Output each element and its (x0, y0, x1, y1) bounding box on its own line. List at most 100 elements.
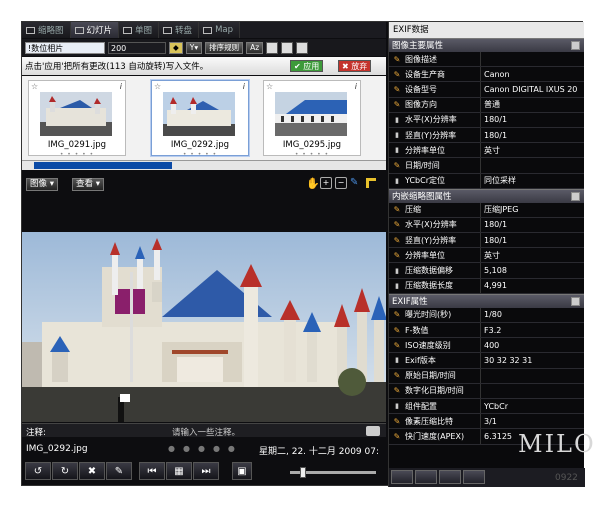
comment-input[interactable]: 请输入一些注释。 (172, 426, 240, 438)
exif-row[interactable]: ▮ 组件配置 YCbCr (389, 398, 584, 415)
eyedropper-icon[interactable]: ✎ (350, 177, 358, 188)
collapse-icon[interactable] (571, 296, 580, 306)
collapse-icon[interactable] (571, 41, 580, 50)
exif-row[interactable]: ✎ F-数值 F3.2 (389, 323, 584, 339)
year-input[interactable]: 200 (108, 41, 166, 54)
exif-row[interactable]: ✎ 竖直(Y)分辨率 180/1 (389, 233, 584, 249)
tab-map[interactable]: Map (199, 22, 241, 38)
view-menu[interactable]: 查看 ▾ (72, 178, 104, 191)
exif-value[interactable]: 压缩JPEG (480, 202, 584, 217)
info-icon[interactable]: i (243, 82, 245, 91)
hand-icon[interactable]: ✋ (306, 177, 320, 190)
apply-button[interactable]: ✔ 应用 (290, 60, 324, 72)
exif-value[interactable]: 1/80 (480, 307, 584, 322)
panel-tool-3-icon[interactable] (439, 470, 461, 484)
first-image-icon[interactable]: ⏮ (139, 462, 165, 480)
exif-value[interactable]: YCbCr (480, 398, 584, 414)
exif-row[interactable]: ▮ 水平(X)分辨率 180/1 (389, 112, 584, 128)
view-mode-3-icon[interactable] (296, 41, 309, 54)
exif-row[interactable]: ▮ 竖直(Y)分辨率 180/1 (389, 127, 584, 144)
tag-icon[interactable]: ◆ (169, 41, 183, 54)
exif-row[interactable]: ▮ Exif版本 30 32 32 31 (389, 353, 584, 369)
exif-row[interactable]: ✎ 图像方向 普通 (389, 97, 584, 113)
thumbnail-item[interactable]: ☆ i IMG_0291.jpg • • • • • (28, 80, 126, 158)
exif-value[interactable] (480, 158, 584, 173)
zoom-slider[interactable] (290, 467, 376, 478)
tag-icon[interactable]: ✎ (106, 462, 132, 480)
exif-value[interactable]: 400 (480, 338, 584, 353)
last-image-icon[interactable]: ⏭ (193, 462, 219, 480)
exif-value[interactable] (480, 383, 584, 398)
thumbnail-scrollbar[interactable] (22, 160, 386, 170)
exif-row[interactable]: ✎ 压缩 压缩JPEG (389, 202, 584, 218)
panel-tool-2-icon[interactable] (415, 470, 437, 484)
view-mode-2-icon[interactable] (281, 41, 294, 54)
exif-row[interactable]: ✎ 水平(X)分辨率 180/1 (389, 217, 584, 234)
image-menu[interactable]: 图像 ▾ (26, 178, 58, 191)
zoom-out-icon[interactable]: − (335, 177, 347, 189)
exif-value[interactable] (480, 52, 584, 67)
exif-row[interactable]: ✎ 图像描述 (389, 52, 584, 68)
delete-icon[interactable]: ✖ (79, 462, 105, 480)
exif-value[interactable]: 180/1 (480, 127, 584, 143)
exif-value[interactable]: Canon DIGITAL IXUS 20 (480, 82, 584, 97)
exif-value[interactable]: 30 32 32 31 (480, 353, 584, 368)
star-icon[interactable]: ☆ (266, 82, 273, 91)
tab-slideshow[interactable]: 幻灯片 (70, 22, 120, 38)
exif-row[interactable]: ▮ 压缩数据长度 4,991 (389, 278, 584, 294)
thumbnail-item[interactable]: ☆ i IMG_0295.jpg • • • • • (263, 80, 361, 158)
exif-row[interactable]: ✎ 数字化日期/时间 (389, 383, 584, 399)
exif-value[interactable]: 5,108 (480, 263, 584, 278)
exif-value[interactable]: 4,991 (480, 278, 584, 293)
exif-value[interactable]: 3/1 (480, 414, 584, 429)
panel-tool-4-icon[interactable] (463, 470, 485, 484)
tab-carousel[interactable]: 转盘 (159, 22, 200, 38)
sort-order-select[interactable]: Az (246, 41, 264, 54)
exif-value[interactable]: 同位采样 (480, 173, 584, 188)
exif-row[interactable]: ✎ 日期/时间 (389, 158, 584, 174)
filter-icon[interactable]: Y▾ (185, 41, 203, 54)
star-icon[interactable]: ☆ (31, 82, 38, 91)
zoom-slider-handle[interactable] (300, 467, 306, 478)
discard-button[interactable]: ✖ 放弃 (338, 60, 372, 72)
exif-section-thumbnail[interactable]: 内嵌缩略图属性 (389, 188, 584, 203)
exif-row[interactable]: ▮ 压缩数据偏移 5,108 (389, 263, 584, 279)
exif-value[interactable]: 180/1 (480, 217, 584, 233)
exif-value[interactable]: F3.2 (480, 323, 584, 338)
exif-row[interactable]: ✎ 设备生产商 Canon (389, 67, 584, 83)
exif-section-exif[interactable]: EXIF属性 (389, 293, 584, 308)
exif-value[interactable] (480, 368, 584, 383)
exif-row[interactable]: ✎ 像素压缩比特 3/1 (389, 414, 584, 430)
exif-value[interactable]: 普通 (480, 97, 584, 112)
exif-value[interactable]: 180/1 (480, 112, 584, 127)
exif-row[interactable]: ▮ YCbCr定位 同位采样 (389, 173, 584, 189)
exif-row[interactable]: ✎ 曝光时间(秒) 1/80 (389, 307, 584, 323)
exif-value[interactable]: 180/1 (480, 233, 584, 248)
exif-row[interactable]: ▮ 分辨率单位 英寸 (389, 143, 584, 159)
tab-single[interactable]: 单图 (119, 22, 160, 38)
exif-row[interactable]: ✎ 设备型号 Canon DIGITAL IXUS 20 (389, 82, 584, 98)
crop-icon[interactable] (366, 178, 376, 188)
rating-dots[interactable]: • • • • • (264, 151, 360, 158)
rating-dots[interactable]: • • • • • (152, 151, 248, 158)
tab-thumbnails[interactable]: 缩略图 (22, 22, 71, 38)
collapse-icon[interactable] (571, 191, 580, 201)
info-icon[interactable]: i (120, 82, 122, 91)
scrollbar-thumb[interactable] (34, 162, 172, 169)
exif-section-main[interactable]: 图像主要属性 (389, 38, 584, 52)
sort-button[interactable]: 排序规则 (205, 41, 244, 54)
exif-row[interactable]: ✎ ISO速度级别 400 (389, 338, 584, 354)
folder-path-input[interactable]: !数位相片 (25, 41, 105, 54)
exif-value[interactable]: 英寸 (480, 248, 584, 263)
slideshow-play-icon[interactable]: ▦ (166, 462, 192, 480)
rating-dots[interactable]: ●●●●● (168, 444, 243, 453)
info-icon[interactable]: i (355, 82, 357, 91)
star-icon[interactable]: ☆ (154, 82, 161, 91)
zoom-in-icon[interactable]: + (320, 177, 332, 189)
speech-bubble-icon[interactable] (366, 426, 380, 436)
view-mode-1-icon[interactable] (266, 41, 279, 54)
exif-value[interactable]: 英寸 (480, 143, 584, 158)
exif-row[interactable]: ✎ 原始日期/时间 (389, 368, 584, 384)
thumbnail-item[interactable]: ☆ i IMG_0292.jpg • • • • • (151, 80, 249, 158)
exif-row[interactable]: ✎ 分辨率单位 英寸 (389, 248, 584, 264)
